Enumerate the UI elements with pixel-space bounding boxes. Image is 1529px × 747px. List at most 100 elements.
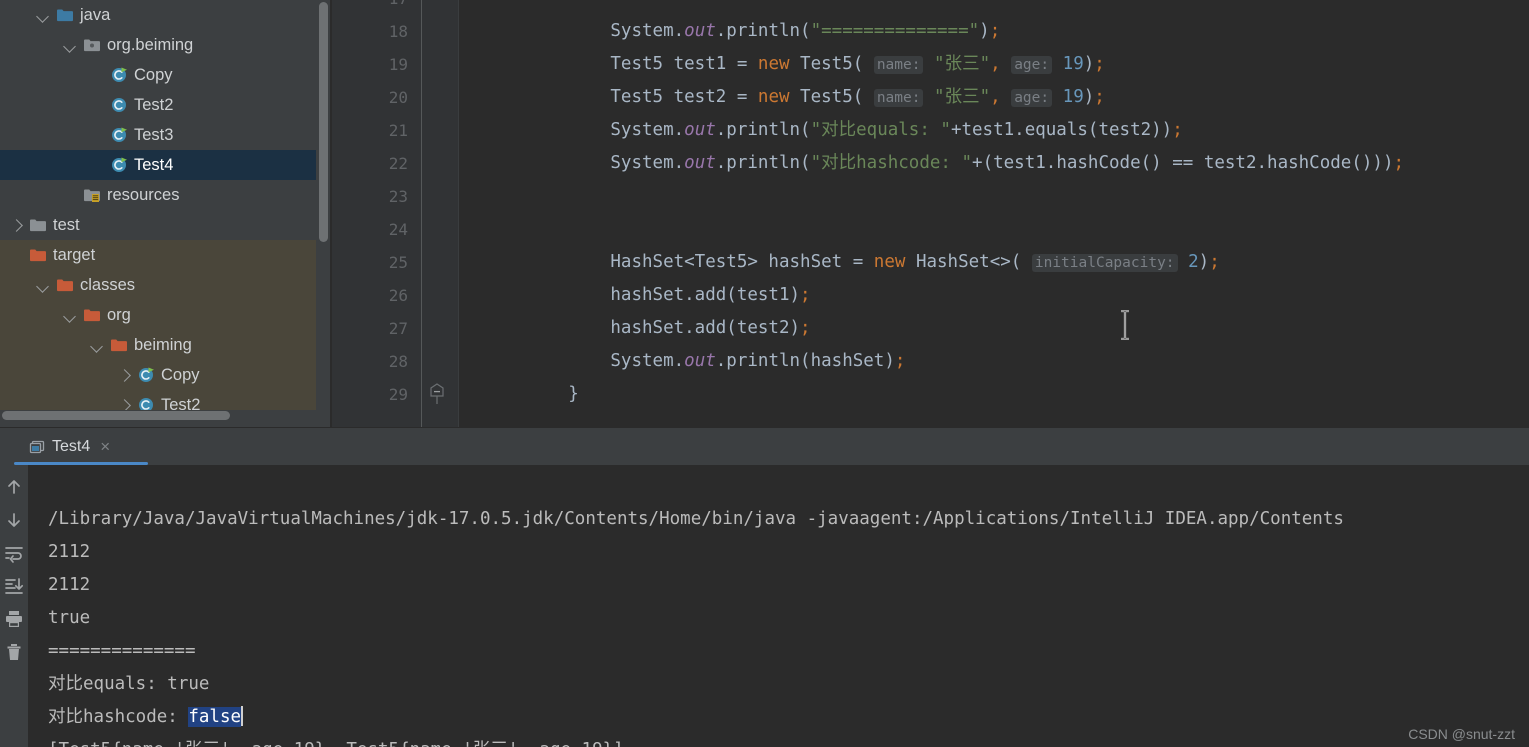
code-line-text[interactable]: Test5 test2 = new Test5( name: "张三", age… [610,81,1105,115]
console-line[interactable]: 对比hashcode: false [48,701,244,734]
tree-item-java[interactable]: java [0,0,316,30]
tree-item-label: classes [80,275,136,294]
code-line[interactable]: 28 System.out.println(hashSet); [332,345,1529,378]
console-output[interactable]: /Library/Java/JavaVirtualMachines/jdk-17… [28,465,1529,747]
console-line[interactable]: true [48,602,90,635]
code-editor-area[interactable]: 1718System.out.println("==============")… [332,0,1529,427]
tree-item-org-beiming[interactable]: org.beiming [0,30,316,60]
code-token: System [610,351,674,371]
tree-item-beiming[interactable]: beiming [0,330,316,360]
code-line[interactable]: 29} [332,378,1529,411]
console-line[interactable]: /Library/Java/JavaVirtualMachines/jdk-17… [48,503,1344,536]
code-line[interactable]: 24 [332,213,1529,246]
console-line[interactable]: [Test5{name='张三', age=19}, Test5{name='张… [48,734,624,747]
code-line[interactable]: 18 System.out.println("=============="); [332,15,1529,48]
code-token: . [673,21,685,41]
code-line-text[interactable]: hashSet.add(test2); [610,312,810,345]
line-number: 27 [388,319,408,338]
chevron-down-icon[interactable] [35,7,51,23]
console-toolbar[interactable] [0,465,28,747]
code-token: new [873,252,906,272]
twisty-placeholder [8,247,24,263]
code-token: 2 [1188,252,1199,272]
code-line-text[interactable]: Test5 test1 = new Test5( name: "张三", age… [610,48,1105,82]
close-icon[interactable]: × [100,438,110,455]
tree-item-test4[interactable]: Test4 [0,150,316,180]
tree-item-classes[interactable]: classes [0,270,316,300]
chevron-down-icon[interactable] [62,37,78,53]
code-line[interactable]: 17 [332,0,1529,15]
code-line-text[interactable]: System.out.println("对比equals: "+test1.eq… [610,114,1182,147]
code-fold-collapse-icon[interactable] [428,383,446,405]
tree-item-resources[interactable]: resources [0,180,316,210]
folder-orange-icon [29,246,47,264]
code-token: , [990,87,1001,107]
line-number: 23 [388,187,408,206]
tree-item-label: test [53,215,80,234]
tree-item-test2[interactable]: Test2 [0,390,316,410]
code-line-text[interactable]: System.out.println(hashSet); [610,345,905,378]
project-tree[interactable]: java org.beiming Copy Test2 Test3 Test4 resour… [0,0,316,410]
chevron-down-icon[interactable] [35,277,51,293]
chevron-right-icon[interactable] [116,367,132,383]
up-arrow-icon[interactable] [2,475,26,499]
code-line[interactable]: 20 Test5 test2 = new Test5( name: "张三", a… [332,81,1529,114]
code-line-text[interactable]: HashSet<Test5> hashSet = new HashSet<>( … [610,246,1220,280]
project-tree-vertical-scrollbar[interactable] [319,2,328,242]
chevron-right-icon[interactable] [8,217,24,233]
code-token: ) [979,21,990,41]
tree-item-copy[interactable]: Copy [0,60,316,90]
tree-item-copy[interactable]: Copy [0,360,316,390]
folder-orange-icon [83,306,101,324]
console-line[interactable]: 2112 [48,569,90,602]
code-lines-container[interactable]: 1718System.out.println("==============")… [332,0,1529,427]
console-line[interactable]: 2112 [48,536,90,569]
code-token: hashSet.add(test1) [610,285,801,305]
code-line[interactable]: 27 hashSet.add(test2); [332,312,1529,345]
scroll-to-end-icon[interactable] [2,574,26,598]
run-tab-test4[interactable]: Test4 × [14,428,122,465]
tree-item-label: Test2 [161,395,201,411]
chevron-down-icon[interactable] [89,337,105,353]
code-line-text[interactable]: hashSet.add(test1); [610,279,810,312]
code-token: Test5 [789,87,853,107]
console-line-text: 对比equals: true [48,674,210,694]
tree-item-test[interactable]: test [0,210,316,240]
line-number: 17 [332,0,408,15]
down-arrow-icon[interactable] [2,508,26,532]
chevron-down-icon[interactable] [62,307,78,323]
console-line-text: ============== [48,641,196,661]
code-line[interactable]: 22 System.out.println("对比hashcode: "+(tes… [332,147,1529,180]
chevron-right-icon[interactable] [116,397,132,410]
tree-item-org[interactable]: org [0,300,316,330]
code-line-text[interactable]: } [568,378,579,411]
java-class-runnable-icon [110,156,128,174]
tree-item-test2[interactable]: Test2 [0,90,316,120]
tree-item-test3[interactable]: Test3 [0,120,316,150]
code-line[interactable]: 26 hashSet.add(test1); [332,279,1529,312]
print-icon[interactable] [2,607,26,631]
code-token: name: [873,56,924,74]
code-line-text[interactable]: System.out.println("=============="); [610,15,1000,48]
console-line[interactable]: ============== [48,635,196,668]
project-tool-window[interactable]: java org.beiming Copy Test2 Test3 Test4 resour… [0,0,332,427]
code-line[interactable]: 19 Test5 test1 = new Test5( name: "张三", a… [332,48,1529,81]
trash-icon[interactable] [2,640,26,664]
soft-wrap-icon[interactable] [2,541,26,565]
code-line[interactable]: 25 HashSet<Test5> hashSet = new HashSet<>… [332,246,1529,279]
code-token: ) [1382,153,1394,173]
java-class-icon [110,96,128,114]
console-line-text: 对比hashcode: [48,707,189,727]
line-number: 29 [388,385,408,404]
code-token: . [673,351,685,371]
code-line-text[interactable]: System.out.println("对比hashcode: "+(test1… [610,147,1404,180]
line-number: 20 [388,88,408,107]
project-tree-horizontal-scrollbar[interactable] [2,411,230,420]
line-number: 22 [388,154,408,173]
code-line[interactable]: 23 [332,180,1529,213]
tree-item-target[interactable]: target [0,240,316,270]
code-line[interactable]: 21 System.out.println("对比equals: "+test1.… [332,114,1529,147]
console-line[interactable]: 对比equals: true [48,668,209,701]
code-token: ; [800,318,811,338]
twisty-placeholder [89,67,105,83]
